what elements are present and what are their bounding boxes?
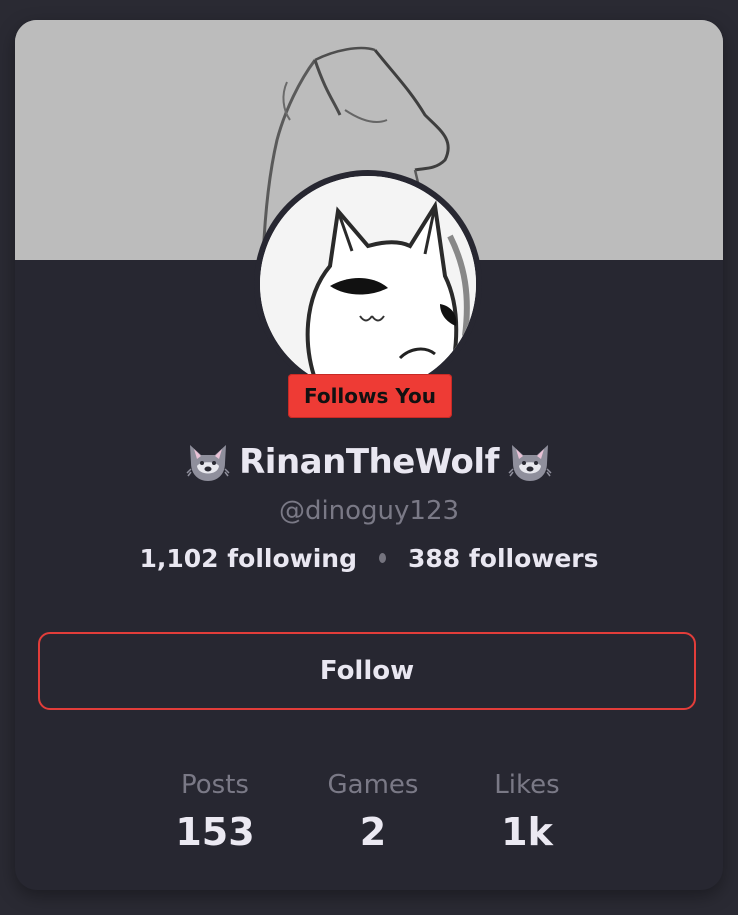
follows-you-badge: Follows You [288,374,452,418]
follow-stats: 1,102 following 388 followers [15,538,723,578]
followers-count-link[interactable]: 388 followers [408,544,599,573]
likes-label: Likes [494,770,560,800]
posts-label: Posts [181,770,249,800]
display-name: RinanTheWolf [239,442,499,482]
games-value: 2 [359,810,387,854]
separator-dot [379,553,386,563]
games-label: Games [327,770,419,800]
posts-stat[interactable]: Posts 153 [145,768,285,854]
avatar[interactable] [260,176,476,392]
likes-stat[interactable]: Likes 1k [457,768,597,854]
follow-button[interactable]: Follow [38,632,696,710]
wolf-avatar-image [260,176,476,392]
wolf-emoji-icon [186,445,230,481]
games-stat[interactable]: Games 2 [303,768,443,854]
username-handle: @dinoguy123 [278,496,460,526]
wolf-emoji-icon [508,445,552,481]
profile-card: Follows You RinanTheWolf @dinoguy123 1,1… [15,20,723,890]
likes-value: 1k [501,810,553,854]
profile-page: Follows You RinanTheWolf @dinoguy123 1,1… [0,0,738,915]
posts-value: 153 [175,810,255,854]
display-name-row: RinanTheWolf [15,434,723,490]
following-count-link[interactable]: 1,102 following [139,544,357,573]
